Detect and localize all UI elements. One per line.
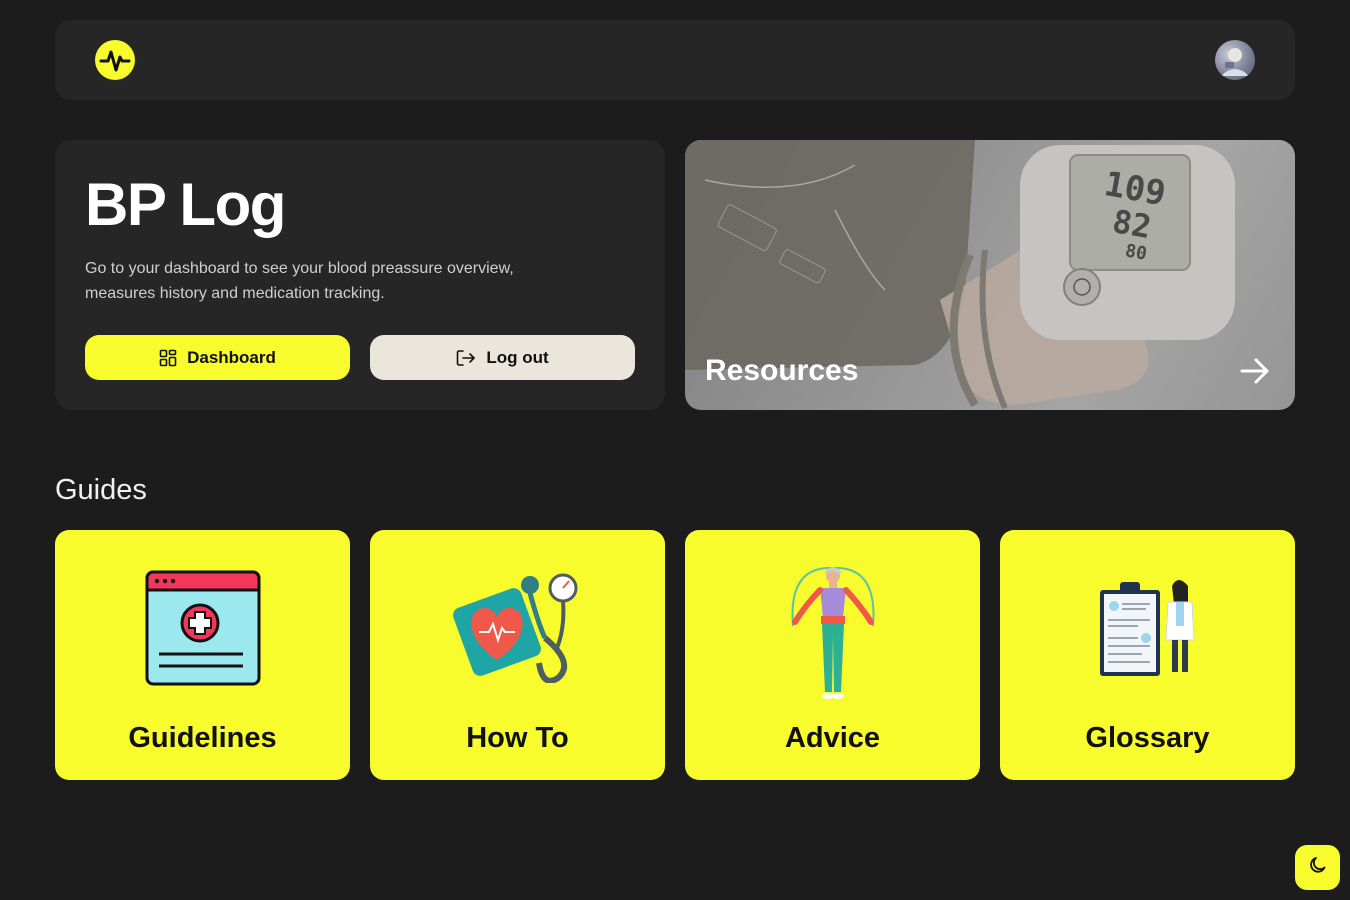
grid-icon: [159, 349, 177, 367]
guide-card-label: How To: [466, 722, 569, 754]
arrow-right-icon: [1239, 356, 1271, 391]
user-avatar[interactable]: [1215, 40, 1255, 80]
guide-card-guidelines[interactable]: Guidelines: [55, 530, 350, 780]
top-navigation-bar: [55, 20, 1295, 100]
page-title: BP Log: [85, 171, 286, 238]
resources-card[interactable]: 109 82 80 Resources: [685, 140, 1295, 410]
logout-icon: [456, 349, 476, 367]
dashboard-button[interactable]: Dashboard: [85, 335, 350, 380]
blood-pressure-monitor-icon: [452, 568, 583, 688]
jump-rope-person-icon: [783, 566, 883, 711]
clipboard-doctor-icon: [1098, 578, 1198, 683]
guide-card-how-to[interactable]: How To: [370, 530, 665, 780]
guide-card-glossary[interactable]: Glossary: [1000, 530, 1295, 780]
logout-button[interactable]: Log out: [370, 335, 635, 380]
dashboard-button-label: Dashboard: [187, 347, 276, 367]
hero-description: Go to your dashboard to see your blood p…: [85, 260, 514, 302]
hero-panel: BP Log Go to your dashboard to see your …: [55, 140, 665, 410]
guides-section-title: Guides: [55, 474, 147, 506]
guide-card-label: Guidelines: [128, 722, 277, 754]
guide-card-label: Advice: [784, 722, 881, 754]
resources-label: Resources: [705, 354, 859, 387]
logout-button-label: Log out: [486, 347, 549, 367]
theme-toggle-button[interactable]: [1295, 845, 1340, 890]
medical-window-icon: [143, 568, 263, 693]
guide-card-advice[interactable]: Advice: [685, 530, 980, 780]
moon-icon: [1308, 855, 1328, 880]
guide-card-label: Glossary: [1085, 722, 1210, 754]
heartbeat-icon[interactable]: [95, 40, 135, 80]
